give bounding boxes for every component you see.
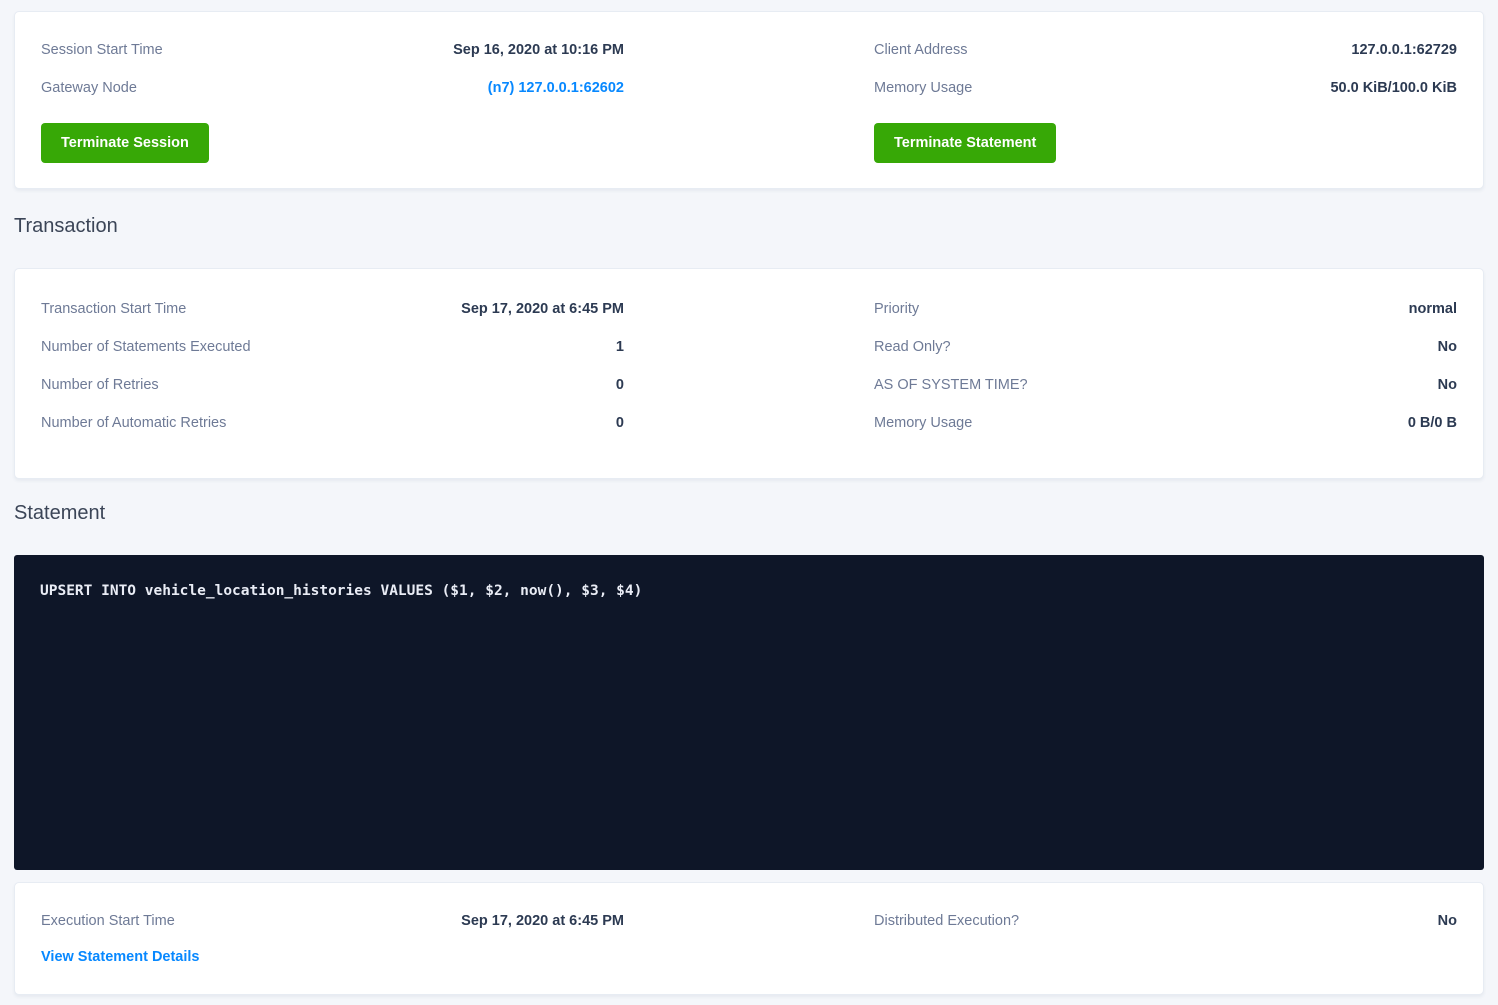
read-only-label: Read Only? bbox=[874, 339, 951, 356]
automatic-retries-value: 0 bbox=[616, 415, 624, 432]
read-only-row: Read Only? No bbox=[874, 339, 1457, 356]
statements-executed-label: Number of Statements Executed bbox=[41, 339, 251, 356]
transaction-start-time-row: Transaction Start Time Sep 17, 2020 at 6… bbox=[41, 301, 624, 318]
transaction-memory-usage-value: 0 B/0 B bbox=[1408, 415, 1457, 432]
transaction-right-column: Priority normal Read Only? No AS OF SYST… bbox=[874, 301, 1457, 432]
transaction-memory-usage-label: Memory Usage bbox=[874, 415, 972, 432]
session-summary-left-column: Session Start Time Sep 16, 2020 at 10:16… bbox=[41, 42, 624, 162]
statement-execution-card: Execution Start Time Sep 17, 2020 at 6:4… bbox=[14, 882, 1484, 995]
statement-execution-left-column: Execution Start Time Sep 17, 2020 at 6:4… bbox=[41, 913, 624, 964]
session-start-time-value: Sep 16, 2020 at 10:16 PM bbox=[453, 42, 624, 59]
terminate-statement-button[interactable]: Terminate Statement bbox=[874, 123, 1056, 163]
statement-execution-right-column: Distributed Execution? No bbox=[874, 913, 1457, 964]
transaction-card: Transaction Start Time Sep 17, 2020 at 6… bbox=[14, 268, 1484, 479]
statement-sql-box: UPSERT INTO vehicle_location_histories V… bbox=[14, 555, 1484, 870]
transaction-start-time-value: Sep 17, 2020 at 6:45 PM bbox=[461, 301, 624, 318]
statements-executed-value: 1 bbox=[616, 339, 624, 356]
as-of-system-time-row: AS OF SYSTEM TIME? No bbox=[874, 377, 1457, 394]
transaction-start-time-label: Transaction Start Time bbox=[41, 301, 186, 318]
execution-start-time-value: Sep 17, 2020 at 6:45 PM bbox=[461, 913, 624, 930]
transaction-heading: Transaction bbox=[14, 215, 1484, 238]
view-statement-details-row: View Statement Details bbox=[41, 949, 624, 966]
client-address-row: Client Address 127.0.0.1:62729 bbox=[874, 42, 1457, 59]
retries-value: 0 bbox=[616, 377, 624, 394]
execution-start-time-row: Execution Start Time Sep 17, 2020 at 6:4… bbox=[41, 913, 624, 930]
execution-start-time-label: Execution Start Time bbox=[41, 913, 175, 930]
session-summary-card: Session Start Time Sep 16, 2020 at 10:16… bbox=[14, 11, 1484, 189]
as-of-system-time-value: No bbox=[1438, 377, 1457, 394]
transaction-memory-usage-row: Memory Usage 0 B/0 B bbox=[874, 415, 1457, 432]
automatic-retries-label: Number of Automatic Retries bbox=[41, 415, 226, 432]
distributed-execution-value: No bbox=[1438, 913, 1457, 930]
priority-row: Priority normal bbox=[874, 301, 1457, 318]
session-memory-usage-label: Memory Usage bbox=[874, 80, 972, 97]
transaction-left-column: Transaction Start Time Sep 17, 2020 at 6… bbox=[41, 301, 624, 432]
session-start-time-row: Session Start Time Sep 16, 2020 at 10:16… bbox=[41, 42, 624, 59]
terminate-session-button[interactable]: Terminate Session bbox=[41, 123, 209, 163]
statements-executed-row: Number of Statements Executed 1 bbox=[41, 339, 624, 356]
distributed-execution-label: Distributed Execution? bbox=[874, 913, 1019, 930]
view-statement-details-link[interactable]: View Statement Details bbox=[41, 949, 200, 965]
statement-sql-text: UPSERT INTO vehicle_location_histories V… bbox=[40, 583, 1458, 599]
gateway-node-row: Gateway Node (n7) 127.0.0.1:62602 bbox=[41, 80, 624, 97]
statement-heading: Statement bbox=[14, 502, 1484, 525]
session-memory-usage-row: Memory Usage 50.0 KiB/100.0 KiB bbox=[874, 80, 1457, 97]
gateway-node-link[interactable]: (n7) 127.0.0.1:62602 bbox=[488, 80, 624, 97]
session-memory-usage-value: 50.0 KiB/100.0 KiB bbox=[1330, 80, 1457, 97]
gateway-node-label: Gateway Node bbox=[41, 80, 137, 97]
priority-value: normal bbox=[1409, 301, 1457, 318]
as-of-system-time-label: AS OF SYSTEM TIME? bbox=[874, 377, 1028, 394]
distributed-execution-row: Distributed Execution? No bbox=[874, 913, 1457, 930]
session-start-time-label: Session Start Time bbox=[41, 42, 163, 59]
read-only-value: No bbox=[1438, 339, 1457, 356]
retries-label: Number of Retries bbox=[41, 377, 159, 394]
session-details-page: Session Start Time Sep 16, 2020 at 10:16… bbox=[0, 0, 1498, 1005]
automatic-retries-row: Number of Automatic Retries 0 bbox=[41, 415, 624, 432]
client-address-value: 127.0.0.1:62729 bbox=[1351, 42, 1457, 59]
session-summary-right-column: Client Address 127.0.0.1:62729 Memory Us… bbox=[874, 42, 1457, 162]
client-address-label: Client Address bbox=[874, 42, 968, 59]
retries-row: Number of Retries 0 bbox=[41, 377, 624, 394]
priority-label: Priority bbox=[874, 301, 919, 318]
